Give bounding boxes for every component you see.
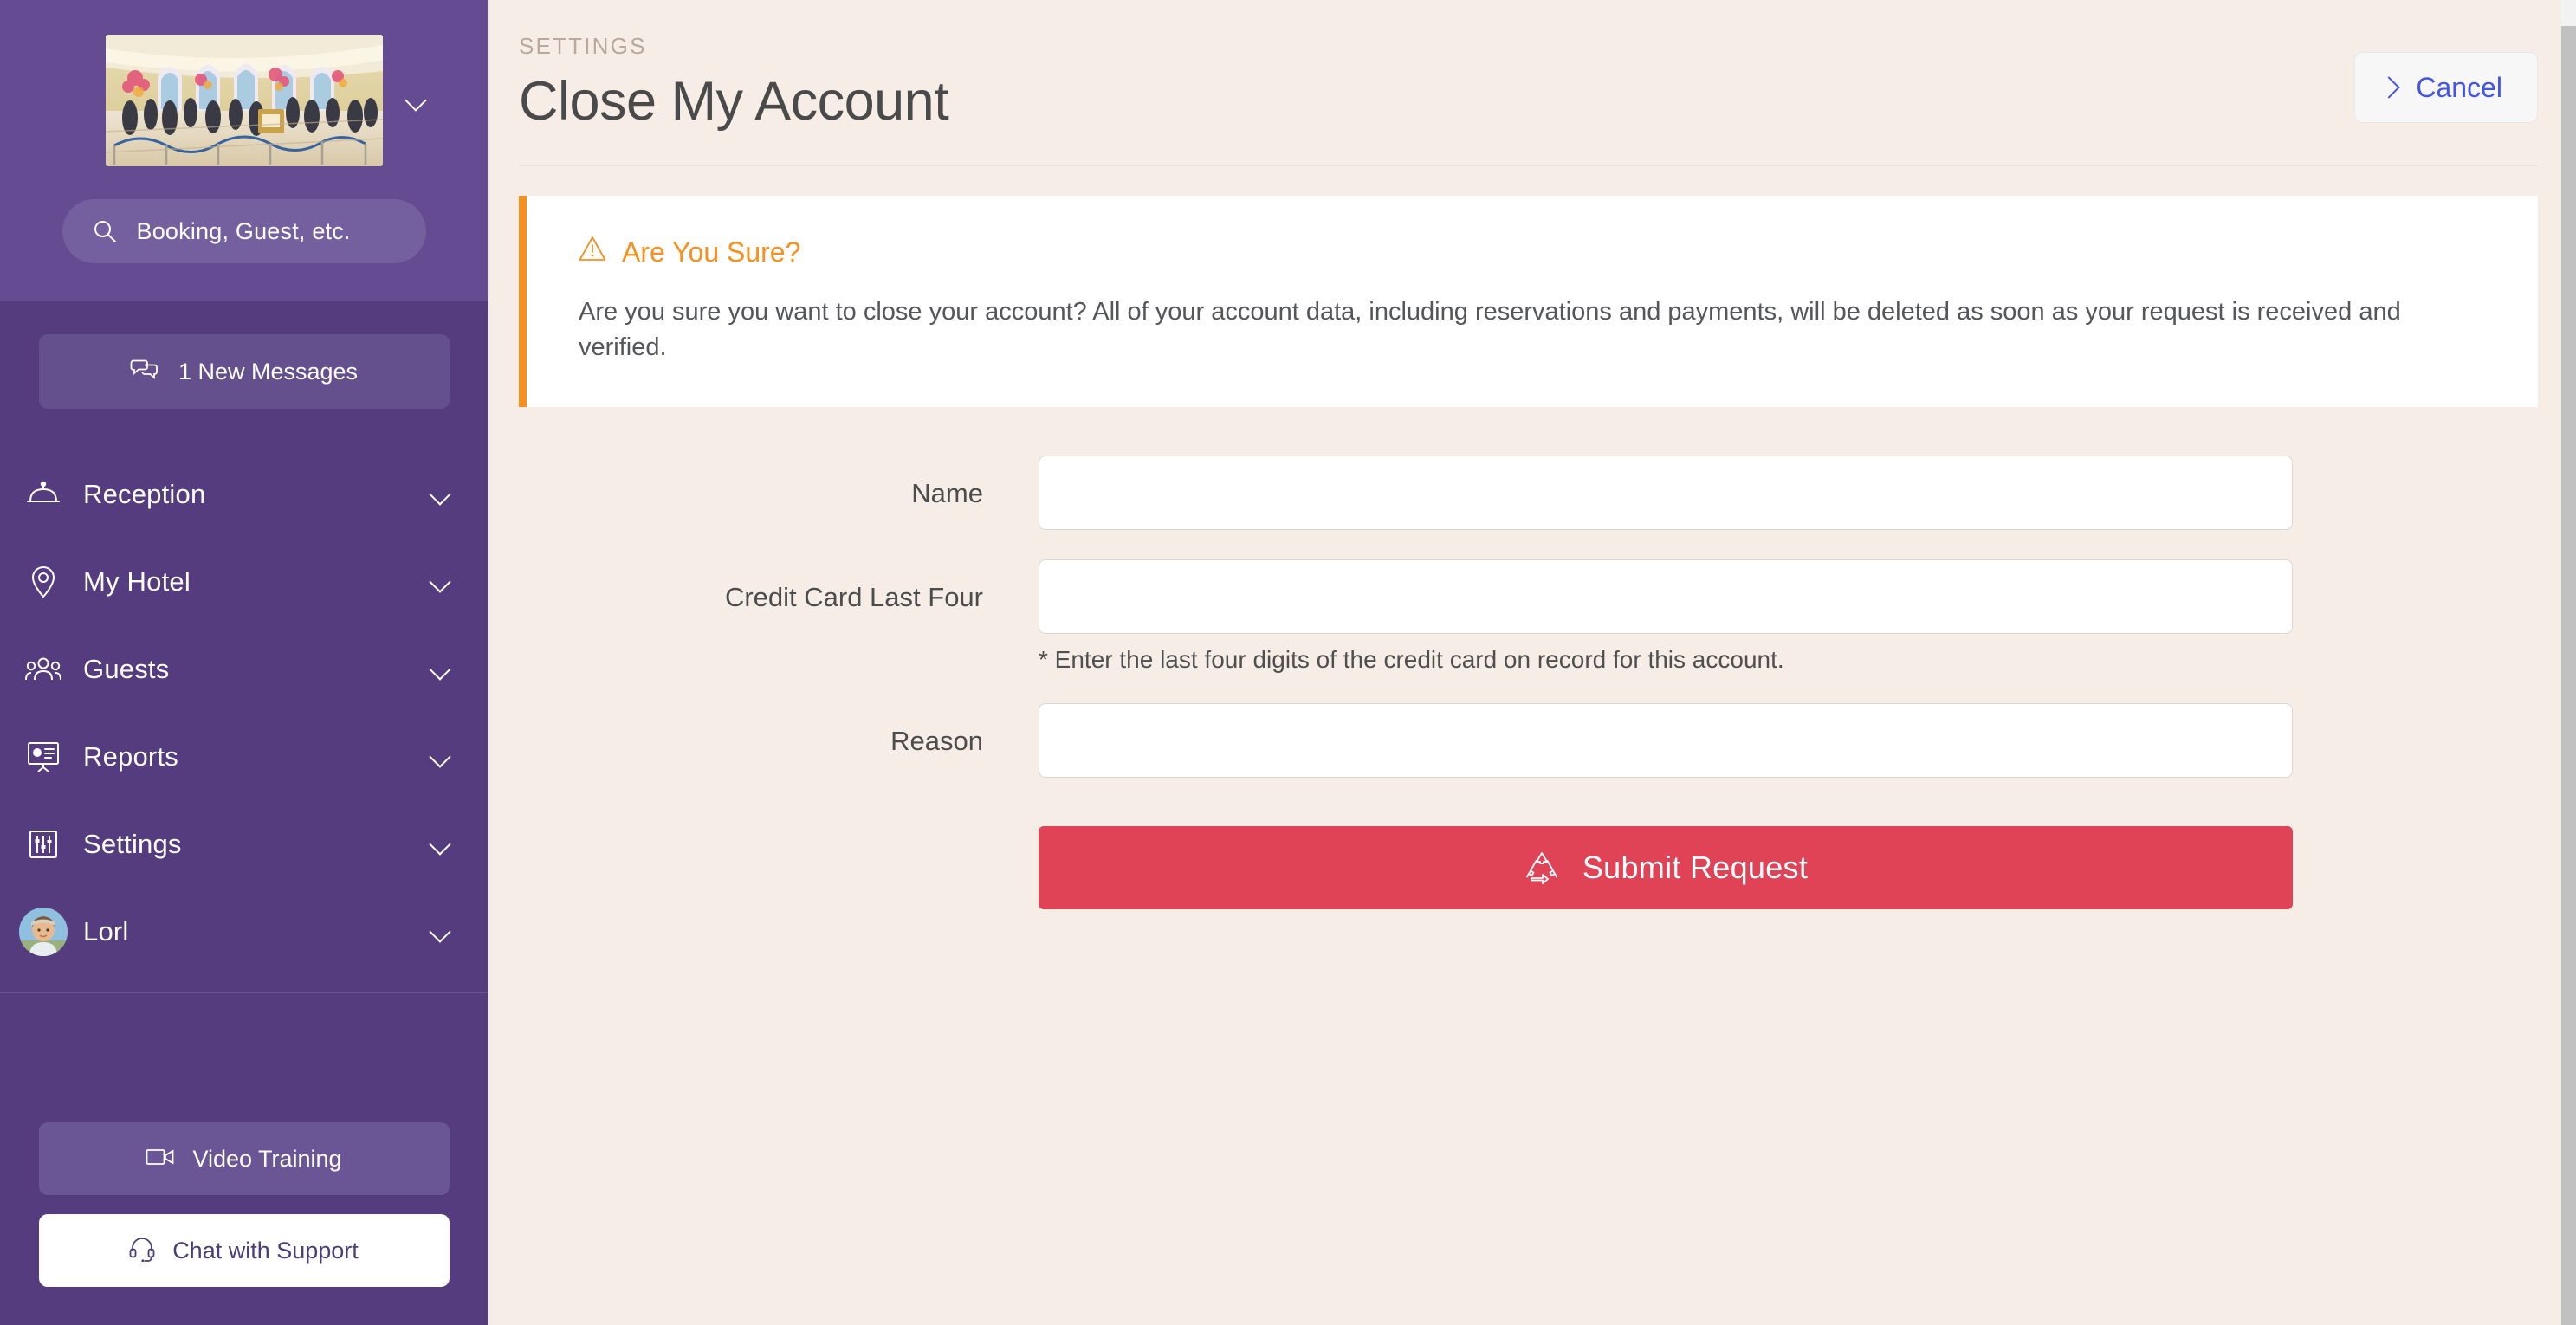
app-root: Booking, Guest, etc. 1 New Messages Rece…	[0, 0, 2576, 1325]
chevron-down-icon[interactable]	[427, 745, 453, 768]
alert-body: Are you sure you want to close your acco…	[579, 298, 2401, 362]
headset-icon	[129, 1236, 155, 1266]
new-messages-button[interactable]: 1 New Messages	[38, 334, 450, 409]
sidebar-header: Booking, Guest, etc.	[0, 0, 488, 301]
cancel-button[interactable]: Cancel	[2354, 52, 2538, 123]
page-title-block: SETTINGS Close My Account	[519, 33, 949, 132]
form-row-credit-card: Credit Card Last Four * Enter the last f…	[519, 559, 2538, 674]
scrollbar-track[interactable]	[2561, 0, 2576, 1325]
breadcrumb: SETTINGS	[519, 33, 647, 59]
submit-request-label: Submit Request	[1582, 850, 1809, 886]
warning-triangle-icon	[579, 236, 606, 268]
scrollbar-thumb[interactable]	[2561, 26, 2576, 1325]
page-header: SETTINGS Close My Account Cancel	[519, 0, 2576, 132]
sidebar-item-label: Reception	[83, 478, 206, 509]
credit-card-last-four-label: Credit Card Last Four	[724, 582, 983, 613]
chevron-right-icon	[2378, 76, 2401, 99]
sidebar-divider	[0, 992, 488, 993]
chevron-down-icon[interactable]	[427, 482, 453, 506]
chevron-down-icon[interactable]	[427, 570, 453, 593]
sidebar-item-reports[interactable]: Reports	[0, 713, 488, 800]
chevron-down-icon[interactable]	[405, 89, 427, 112]
sliders-icon	[19, 829, 68, 860]
alert-title-row: Are You Sure?	[579, 236, 2486, 268]
sidebar-item-guests[interactable]: Guests	[0, 625, 488, 713]
sidebar-item-settings[interactable]: Settings	[0, 800, 488, 888]
name-label: Name	[911, 478, 983, 509]
form-row-reason: Reason	[519, 703, 2538, 779]
credit-card-last-four-input[interactable]	[1039, 559, 2293, 635]
new-messages-label: 1 New Messages	[178, 358, 359, 385]
sidebar-item-label: Settings	[83, 828, 182, 859]
reason-field-wrap	[1039, 703, 2293, 779]
cancel-button-label: Cancel	[2416, 71, 2502, 103]
submit-spacer	[519, 826, 1039, 909]
sidebar-item-user[interactable]: Lorl	[0, 888, 488, 975]
chat-support-button[interactable]: Chat with Support	[38, 1214, 450, 1287]
video-training-label: Video Training	[192, 1145, 342, 1172]
close-account-form: Name Credit Card Last Four * Enter the l…	[519, 456, 2576, 910]
map-pin-icon	[19, 566, 68, 598]
sidebar-footer: Video Training Chat with Support	[0, 1083, 488, 1325]
reason-label: Reason	[890, 726, 983, 757]
warning-alert: Are You Sure? Are you sure you want to c…	[519, 196, 2538, 408]
chat-support-label: Chat with Support	[172, 1237, 359, 1264]
page-title: Close My Account	[519, 71, 949, 132]
sidebar-item-reception[interactable]: Reception	[0, 450, 488, 538]
chat-bubbles-icon	[130, 357, 159, 387]
main-content: SETTINGS Close My Account Cancel Are You…	[488, 0, 2576, 1325]
presentation-chart-icon	[19, 740, 68, 773]
hotel-lobby-photo	[105, 35, 383, 166]
alert-title: Are You Sure?	[622, 236, 801, 268]
video-training-button[interactable]: Video Training	[38, 1122, 450, 1195]
credit-card-field-wrap: * Enter the last four digits of the cred…	[1039, 559, 2293, 674]
reason-input[interactable]	[1039, 703, 2293, 779]
name-field-wrap	[1039, 456, 2293, 531]
search-input[interactable]: Booking, Guest, etc.	[61, 199, 426, 263]
video-camera-icon	[146, 1147, 175, 1172]
user-name: Lorl	[83, 915, 129, 947]
avatar	[19, 907, 68, 956]
search-icon	[92, 218, 118, 244]
header-divider	[519, 165, 2538, 166]
people-group-icon	[19, 656, 68, 683]
hotel-selector[interactable]	[0, 35, 488, 166]
name-input[interactable]	[1039, 456, 2293, 531]
nav-list: Reception My Hotel Guests Reports Settin…	[0, 450, 488, 975]
chevron-down-icon[interactable]	[427, 657, 453, 681]
submit-request-button[interactable]: Submit Request	[1039, 826, 2293, 910]
credit-card-help-text: * Enter the last four digits of the cred…	[1039, 646, 1784, 674]
reception-bell-icon	[19, 481, 68, 508]
sidebar-item-label: Reports	[83, 740, 178, 772]
recycle-icon	[1524, 850, 1560, 887]
chevron-down-icon[interactable]	[427, 920, 453, 943]
submit-row: Submit Request	[519, 826, 2538, 910]
chevron-down-icon[interactable]	[427, 832, 453, 856]
sidebar: Booking, Guest, etc. 1 New Messages Rece…	[0, 0, 488, 1325]
sidebar-item-label: Guests	[83, 653, 170, 684]
sidebar-item-label: My Hotel	[83, 566, 191, 597]
sidebar-item-my-hotel[interactable]: My Hotel	[0, 538, 488, 625]
sidebar-navigation: 1 New Messages Reception My Hotel Guests…	[0, 301, 488, 1083]
form-row-name: Name	[519, 456, 2538, 531]
search-placeholder: Booking, Guest, etc.	[136, 217, 351, 244]
